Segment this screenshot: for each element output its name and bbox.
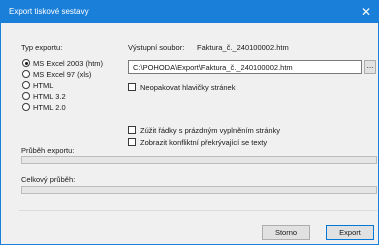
no-repeat-headers-option[interactable]: Neopakovat hlavičky stránek bbox=[128, 82, 235, 92]
radio-button[interactable] bbox=[22, 103, 30, 111]
export-type-label: Typ exportu: bbox=[21, 43, 63, 52]
output-filename: Faktura_č._240100002.htm bbox=[197, 43, 289, 52]
export-progress-bar bbox=[21, 156, 377, 164]
radio-button[interactable] bbox=[22, 59, 30, 67]
radio-button[interactable] bbox=[22, 70, 30, 78]
total-progress-bar bbox=[21, 186, 377, 194]
radio-label: HTML bbox=[33, 80, 54, 90]
checkbox-label: Zobrazit konfliktní překrývající se text… bbox=[140, 137, 268, 147]
radio-label: MS Excel 2003 (htm) bbox=[33, 58, 104, 68]
output-file-label: Výstupní soubor: bbox=[128, 43, 185, 52]
shrink-rows-option[interactable]: Zúžit řádky s prázdným vyplněním stránky bbox=[128, 125, 280, 135]
radio-html-32[interactable]: HTML 3.2 bbox=[22, 91, 66, 101]
radio-button[interactable] bbox=[22, 81, 30, 89]
radio-label: HTML 2.0 bbox=[33, 102, 66, 112]
checkbox[interactable] bbox=[128, 126, 136, 134]
radio-html-20[interactable]: HTML 2.0 bbox=[22, 102, 66, 112]
checkbox[interactable] bbox=[128, 138, 136, 146]
export-dialog: Export tiskové sestavy ✕ Typ exportu: MS… bbox=[0, 0, 379, 245]
close-icon[interactable]: ✕ bbox=[358, 4, 374, 20]
checkbox[interactable] bbox=[128, 83, 136, 91]
radio-html[interactable]: HTML bbox=[22, 80, 53, 90]
radio-label: HTML 3.2 bbox=[33, 91, 66, 101]
browse-button[interactable]: ... bbox=[364, 60, 376, 74]
total-progress-label: Celkový průběh: bbox=[21, 175, 76, 184]
title-bar: Export tiskové sestavy ✕ bbox=[1, 1, 378, 23]
show-conflicts-option[interactable]: Zobrazit konfliktní překrývající se text… bbox=[128, 137, 267, 147]
cancel-button[interactable]: Storno bbox=[262, 225, 310, 240]
checkbox-label: Zúžit řádky s prázdným vyplněním stránky bbox=[140, 125, 281, 135]
divider bbox=[19, 210, 377, 211]
checkbox-label: Neopakovat hlavičky stránek bbox=[140, 82, 236, 92]
output-path-field[interactable]: C:\POHODA\Export\Faktura_č._240100002.ht… bbox=[128, 60, 362, 74]
radio-excel-2003[interactable]: MS Excel 2003 (htm) bbox=[22, 58, 103, 68]
export-progress-label: Průběh exportu: bbox=[21, 146, 75, 155]
radio-label: MS Excel 97 (xls) bbox=[33, 69, 92, 79]
export-button[interactable]: Export bbox=[326, 225, 374, 240]
window-title: Export tiskové sestavy bbox=[9, 7, 89, 16]
radio-excel-97[interactable]: MS Excel 97 (xls) bbox=[22, 69, 91, 79]
radio-button[interactable] bbox=[22, 92, 30, 100]
